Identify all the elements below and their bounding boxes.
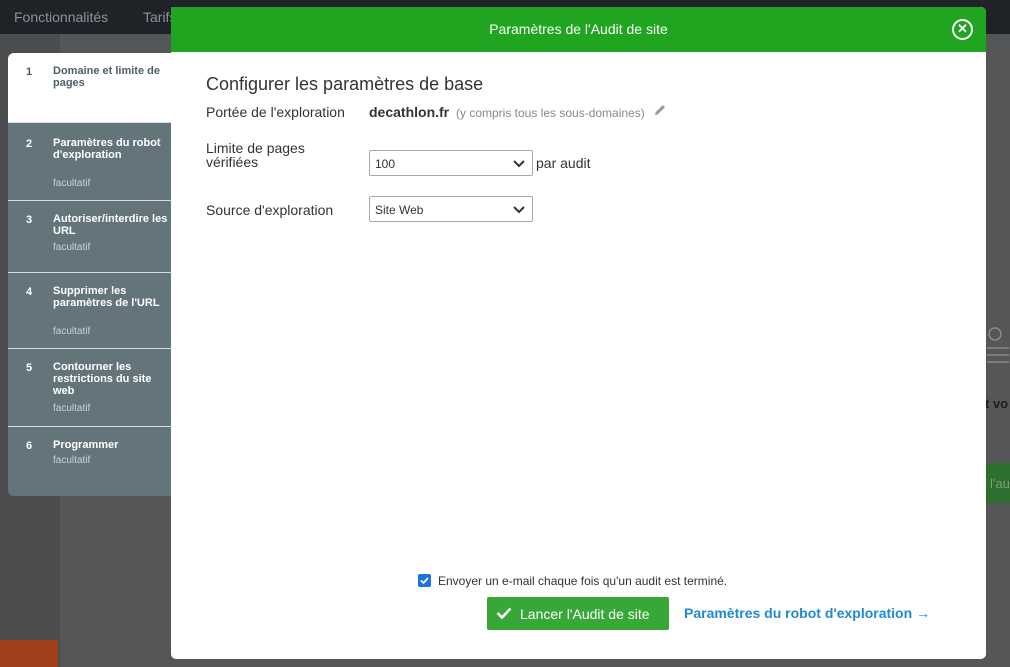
launch-site-audit-button[interactable]: Lancer l'Audit de site xyxy=(487,597,669,630)
nav-features[interactable]: Fonctionnalités xyxy=(14,9,108,25)
modal-title: Paramètres de l'Audit de site xyxy=(171,21,986,37)
step-number: 1 xyxy=(26,66,32,78)
step-allow-disallow-urls[interactable]: 3 Autoriser/interdire les URL facultatif xyxy=(8,201,171,273)
step-title: Autoriser/interdire les URL xyxy=(53,213,169,237)
chevron-down-icon xyxy=(512,156,526,170)
close-icon[interactable]: ✕ xyxy=(952,19,973,40)
domain-value: decathlon.fr xyxy=(369,104,449,120)
pencil-icon[interactable] xyxy=(653,103,667,120)
step-optional-label: facultatif xyxy=(53,455,90,466)
chevron-down-icon xyxy=(512,202,526,216)
background-list-icon xyxy=(987,322,1009,366)
checkmark-icon xyxy=(419,575,430,586)
wizard-steps-sidebar: 1 Domaine et limite de pages 2 Paramètre… xyxy=(8,53,180,496)
page-limit-suffix: par audit xyxy=(536,155,590,171)
background-button-text-fragment: l'au xyxy=(990,476,1010,491)
step-optional-label: facultatif xyxy=(53,403,90,414)
step-schedule[interactable]: 6 Programmer facultatif xyxy=(8,427,171,496)
step-title: Contourner les restrictions du site web xyxy=(53,361,169,397)
arrow-right-icon: → xyxy=(916,605,930,621)
crawl-source-label: Source d'exploration xyxy=(206,202,333,218)
step-optional-label: facultatif xyxy=(53,326,90,337)
step-number: 5 xyxy=(26,362,32,374)
email-notification-label: Envoyer un e-mail chaque fois qu'un audi… xyxy=(438,574,727,588)
crawl-source-select[interactable]: Site Web xyxy=(369,196,533,222)
step-bypass-restrictions[interactable]: 5 Contourner les restrictions du site we… xyxy=(8,349,171,427)
step-crawler-settings[interactable]: 2 Paramètres du robot d'exploration facu… xyxy=(8,123,171,201)
step-title: Supprimer les paramètres de l'URL xyxy=(53,285,169,309)
check-icon xyxy=(496,606,512,620)
subdomains-note: (y compris tous les sous-domaines) xyxy=(456,106,645,120)
background-text-fragment: t vo xyxy=(985,396,1008,411)
step-title: Domaine et limite de pages xyxy=(53,65,169,89)
step-title: Programmer xyxy=(53,439,169,451)
step-number: 4 xyxy=(26,286,32,298)
launch-button-label: Lancer l'Audit de site xyxy=(520,606,650,622)
crawl-source-value: Site Web xyxy=(375,203,423,217)
crawl-scope-label: Portée de l'exploration xyxy=(206,104,345,120)
step-domain-limit[interactable]: 1 Domaine et limite de pages xyxy=(8,53,171,123)
modal-header: Paramètres de l'Audit de site ✕ xyxy=(171,7,986,52)
site-audit-settings-modal: Paramètres de l'Audit de site ✕ Configur… xyxy=(171,7,986,659)
page-limit-select[interactable]: 100 xyxy=(369,150,533,176)
step-optional-label: facultatif xyxy=(53,178,90,189)
email-notification-checkbox[interactable] xyxy=(418,574,431,587)
step-number: 3 xyxy=(26,214,32,226)
page-limit-label: Limite de pages vérifiées xyxy=(206,141,336,169)
crawler-settings-link-label: Paramètres du robot d'exploration xyxy=(684,605,912,621)
step-number: 2 xyxy=(26,138,32,150)
section-title: Configurer les paramètres de base xyxy=(206,74,483,95)
step-optional-label: facultatif xyxy=(53,242,90,253)
step-remove-url-params[interactable]: 4 Supprimer les paramètres de l'URL facu… xyxy=(8,273,171,349)
background-orange-block xyxy=(0,640,58,667)
step-number: 6 xyxy=(26,440,32,452)
page-limit-value: 100 xyxy=(375,157,395,171)
step-title: Paramètres du robot d'exploration xyxy=(53,137,169,161)
crawler-settings-link[interactable]: Paramètres du robot d'exploration→ xyxy=(684,605,930,621)
